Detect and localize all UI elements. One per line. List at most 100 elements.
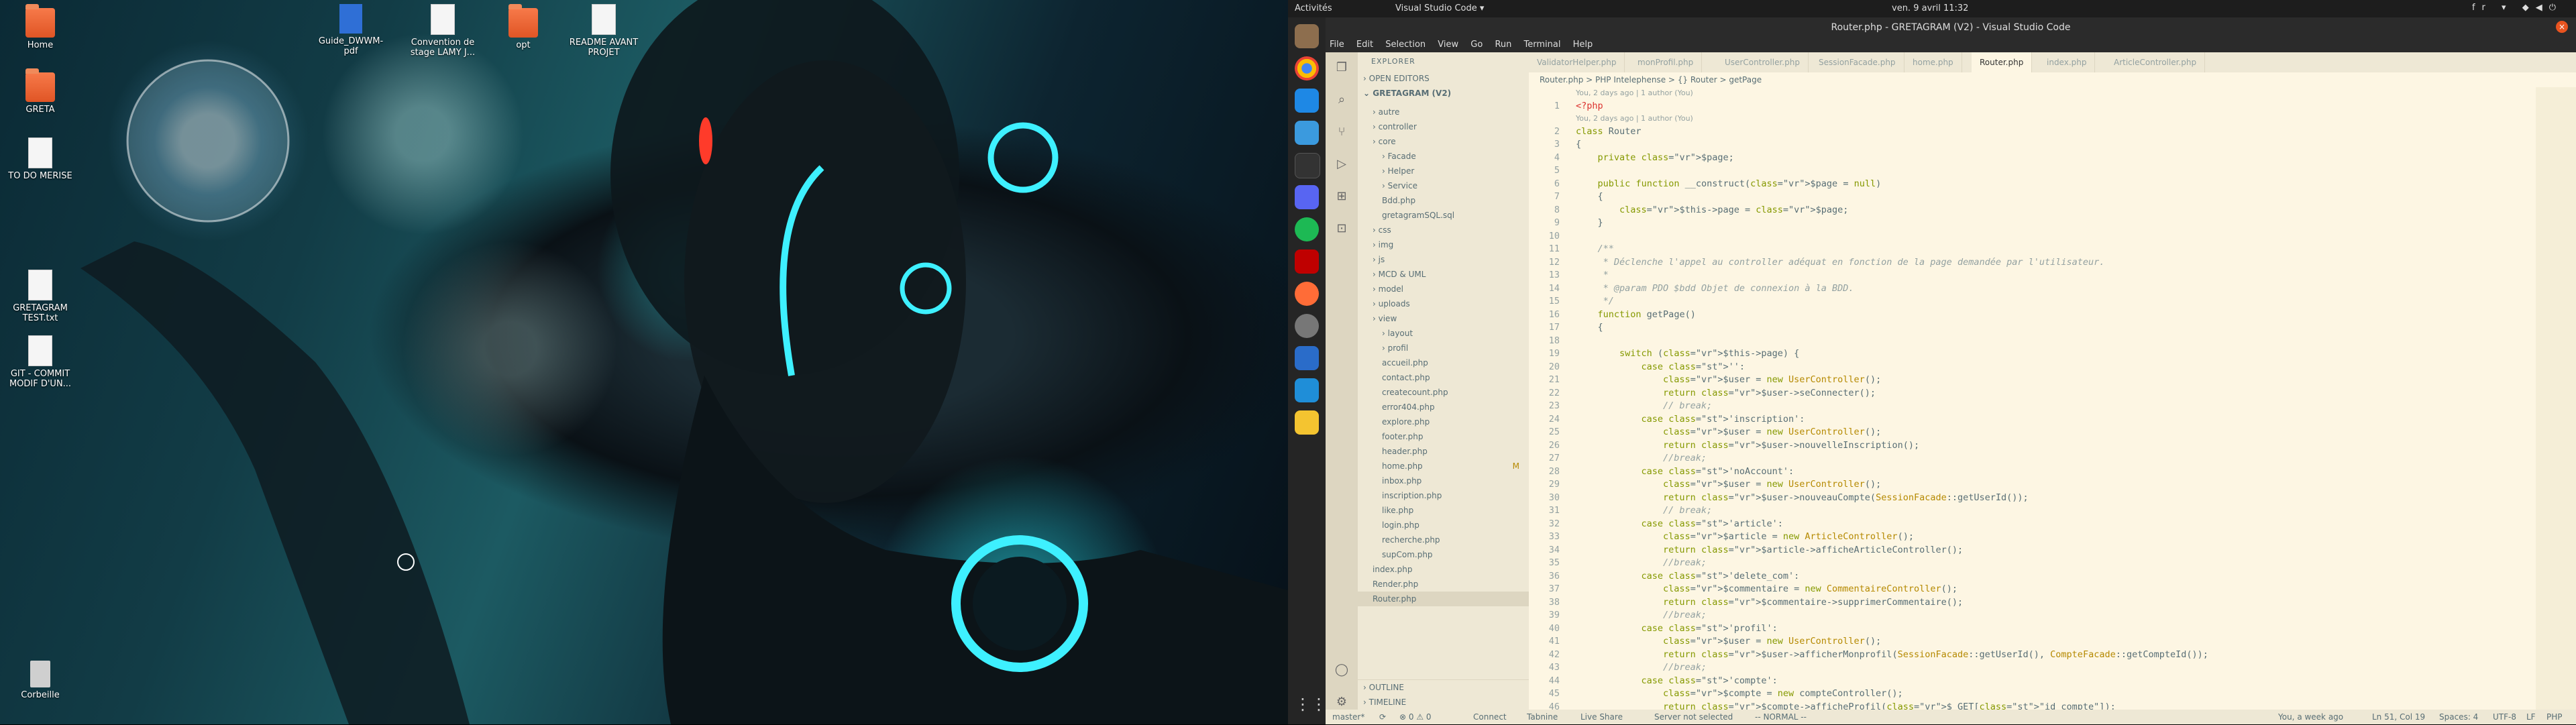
folder-item[interactable]: › MCD & UML [1358, 267, 1529, 282]
desktop-icon-readme[interactable]: README AVANT PROJET [567, 4, 641, 58]
settings-gear-icon[interactable]: ⚙ [1334, 695, 1350, 711]
power-icon[interactable]: ⏻ [2549, 3, 2563, 13]
network-icon[interactable]: ◆ [2522, 3, 2536, 13]
code-line[interactable]: return class="vr">$user->seConnecter(); [1576, 388, 1876, 398]
code-line[interactable]: * [1576, 270, 1609, 280]
indentation[interactable]: Spaces: 4 [2439, 712, 2478, 722]
file-item[interactable]: header.php [1358, 444, 1529, 459]
file-item[interactable]: index.php [1358, 562, 1529, 577]
menu-terminal[interactable]: Terminal [1524, 40, 1561, 50]
menu-view[interactable]: View [1438, 40, 1458, 50]
code-line[interactable]: //break; [1576, 453, 1707, 463]
code-line[interactable]: case class="st">'inscription': [1576, 414, 1805, 425]
desktop-icon-opt[interactable]: opt [486, 4, 560, 50]
code-line[interactable]: return class="vr">$user->nouveauCompte(S… [1576, 492, 2029, 503]
calc-icon[interactable] [1295, 378, 1319, 402]
code-line[interactable]: //break; [1576, 662, 1707, 673]
file-item[interactable]: recherche.php [1358, 533, 1529, 547]
software-icon[interactable] [1295, 121, 1319, 145]
code-line[interactable]: } [1576, 217, 1603, 228]
folder-item[interactable]: › Facade [1358, 149, 1529, 164]
editor-tab[interactable]: Router.php [1972, 52, 2033, 72]
code-line[interactable]: // break; [1576, 505, 1712, 516]
folder-item[interactable]: › css [1358, 223, 1529, 237]
editor-tab[interactable]: ArticleController.php [2106, 52, 2206, 72]
file-item[interactable]: accueil.php [1358, 355, 1529, 370]
folder-item[interactable]: › uploads [1358, 296, 1529, 311]
code-line[interactable]: case class="st">'compte': [1576, 675, 1778, 686]
file-item[interactable]: createcount.php [1358, 385, 1529, 400]
code-line[interactable]: { [1576, 139, 1581, 150]
clock[interactable]: ven. 9 avril 11:32 [1892, 3, 1968, 13]
git-branch[interactable]: master* [1332, 712, 1364, 722]
file-item[interactable]: error404.php [1358, 400, 1529, 414]
code-line[interactable]: */ [1576, 296, 1614, 306]
folder-item[interactable]: › layout [1358, 326, 1529, 341]
discord-icon[interactable] [1295, 185, 1319, 209]
desktop-icon-trash[interactable]: Corbeille [3, 661, 77, 700]
folder-item[interactable]: › view [1358, 311, 1529, 326]
spotify-icon[interactable] [1295, 217, 1319, 241]
open-editors-section[interactable]: › OPEN EDITORS [1358, 71, 1529, 86]
desktop-icon-git-commit[interactable]: GIT - COMMIT MODIF D'UN... [3, 335, 77, 389]
file-item[interactable]: home.php M [1358, 459, 1529, 473]
git-blame-status[interactable]: You, a week ago [2278, 712, 2343, 722]
file-item[interactable]: supCom.php [1358, 547, 1529, 562]
code-line[interactable]: class="vr">$commentaire = new Commentair… [1576, 583, 1957, 594]
menu-selection[interactable]: Selection [1385, 40, 1426, 50]
editor-tab[interactable]: home.php [1904, 52, 1962, 72]
code-line[interactable]: case class="st">'delete_com': [1576, 571, 1800, 581]
code-line[interactable]: <?php [1576, 101, 1603, 111]
minimap[interactable] [2536, 87, 2576, 710]
code-line[interactable]: function getPage() [1576, 309, 1696, 320]
extensions-icon[interactable]: ⊞ [1334, 189, 1350, 205]
editor-tab[interactable]: SessionFacade.php [1811, 52, 1904, 72]
folder-item[interactable]: › controller [1358, 119, 1529, 134]
code-line[interactable]: class="vr">$user = new UserController(); [1576, 636, 1881, 647]
code-line[interactable]: { [1576, 322, 1603, 333]
menu-file[interactable]: File [1330, 40, 1344, 50]
language-indicator[interactable]: fr ▾ [2472, 3, 2513, 13]
vscode-icon[interactable] [1295, 89, 1319, 113]
folder-item[interactable]: › core [1358, 134, 1529, 149]
file-item[interactable]: inbox.php [1358, 473, 1529, 488]
postman-icon[interactable] [1295, 282, 1319, 306]
editor-tab[interactable]: index.php [2039, 52, 2096, 72]
folder-item[interactable]: › Helper [1358, 164, 1529, 178]
code-line[interactable]: class="vr">$user = new UserController(); [1576, 427, 1881, 437]
file-item[interactable]: contact.php [1358, 370, 1529, 385]
file-item[interactable]: footer.php [1358, 429, 1529, 444]
code-line[interactable]: { [1576, 191, 1603, 202]
code-line[interactable]: case class="st">'': [1576, 361, 1745, 372]
app-menu[interactable]: Visual Studio Code ▾ [1395, 3, 1484, 13]
terminal-icon[interactable] [1295, 153, 1320, 178]
account-icon[interactable]: ◯ [1334, 663, 1350, 679]
code-line[interactable]: * @param PDO $bdd Objet de connexion à l… [1576, 283, 1854, 294]
code-line[interactable]: /** [1576, 243, 1614, 254]
file-item[interactable]: gretagramSQL.sql [1358, 208, 1529, 223]
chrome-icon[interactable] [1295, 56, 1319, 80]
folder-item[interactable]: › Service [1358, 178, 1529, 193]
cursor-position[interactable]: Ln 51, Col 19 [2372, 712, 2425, 722]
run-debug-icon[interactable]: ▷ [1334, 157, 1350, 173]
code-line[interactable]: switch (class="vr">$this->page) { [1576, 348, 1799, 359]
folder-item[interactable]: › autre [1358, 105, 1529, 119]
folder-item[interactable]: › profil [1358, 341, 1529, 355]
code-line[interactable]: class="vr">$user = new UserController(); [1576, 479, 1881, 490]
code-line[interactable]: case class="st">'profil': [1576, 623, 1778, 634]
menu-run[interactable]: Run [1495, 40, 1511, 50]
notes-icon[interactable] [1295, 410, 1319, 435]
code-line[interactable]: return class="vr">$user->afficherMonprof… [1576, 649, 2208, 660]
folder-item[interactable]: › js [1358, 252, 1529, 267]
file-item[interactable]: Bdd.php [1358, 193, 1529, 208]
code-line[interactable]: //break; [1576, 557, 1707, 568]
menu-go[interactable]: Go [1470, 40, 1483, 50]
code-line[interactable]: class Router [1576, 126, 1642, 137]
code-line[interactable]: class="vr">$user = new UserController(); [1576, 374, 1881, 385]
timeline-section[interactable]: › TIMELINE [1358, 695, 1529, 710]
code-line[interactable]: case class="st">'noAccount': [1576, 466, 1794, 477]
file-item[interactable]: inscription.php [1358, 488, 1529, 503]
file-item[interactable]: like.php [1358, 503, 1529, 518]
code-line[interactable]: public function __construct(class="vr">$… [1576, 178, 1882, 189]
file-item[interactable]: explore.php [1358, 414, 1529, 429]
